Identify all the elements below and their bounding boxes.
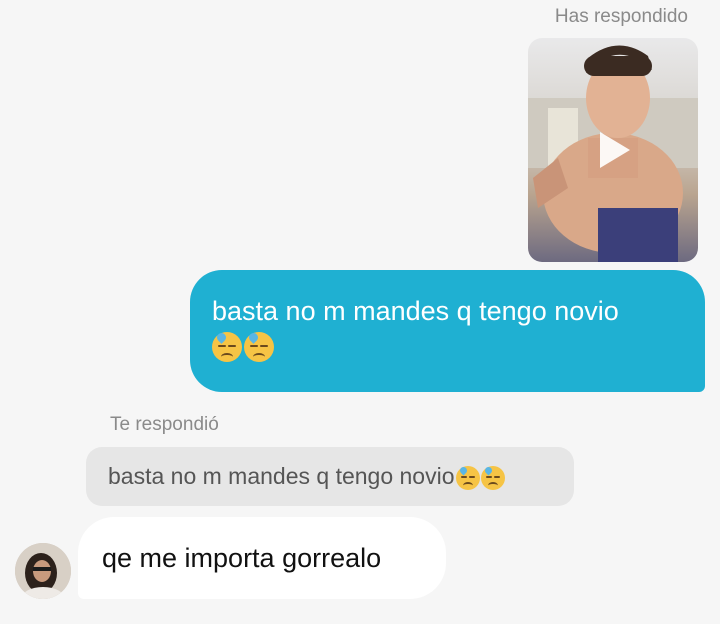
outgoing-message-bubble[interactable]: basta no m mandes q tengo novio	[190, 270, 705, 392]
downcast-face-with-sweat-icon	[212, 331, 242, 362]
avatar[interactable]	[15, 543, 71, 599]
quoted-message-text: basta no m mandes q tengo novio	[108, 463, 455, 489]
play-icon	[600, 132, 630, 168]
outgoing-message-text: basta no m mandes q tengo novio	[212, 296, 619, 326]
replied-to-story-label: Has respondido	[554, 6, 688, 27]
quoted-message-bubble[interactable]: basta no m mandes q tengo novio	[86, 447, 574, 506]
avatar-image	[15, 543, 71, 599]
they-replied-label: Te respondió	[110, 414, 219, 435]
downcast-face-with-sweat-icon	[455, 465, 480, 490]
downcast-face-with-sweat-icon	[480, 465, 505, 490]
incoming-message-bubble[interactable]: qe me importa gorrealo	[78, 517, 446, 599]
story-video-thumbnail[interactable]	[528, 38, 698, 262]
downcast-face-with-sweat-icon	[244, 331, 274, 362]
incoming-message-text: qe me importa gorrealo	[102, 543, 382, 573]
